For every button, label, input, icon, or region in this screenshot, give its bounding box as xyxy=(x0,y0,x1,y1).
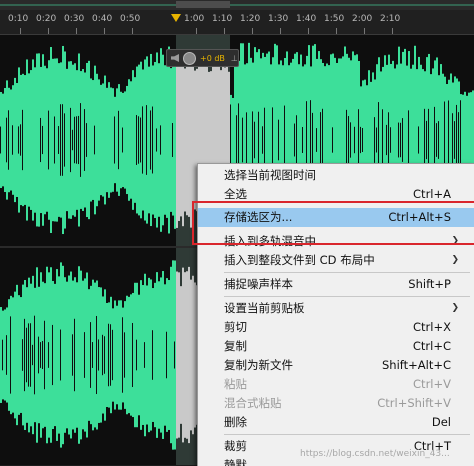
menu-item-label: 复制为新文件 xyxy=(224,358,293,372)
menu-item-label: 裁剪 xyxy=(224,439,247,453)
menu-item-delete[interactable]: 删除 Del xyxy=(198,413,474,432)
menu-item-shortcut: Ctrl+X xyxy=(413,320,451,334)
submenu-arrow-icon: ❯ xyxy=(451,255,459,265)
watermark-text: https://blog.csdn.net/weixin_43... xyxy=(300,449,450,459)
menu-item-copy[interactable]: 复制 Ctrl+C xyxy=(198,337,474,356)
submenu-arrow-icon: ❯ xyxy=(451,303,459,313)
gain-hud[interactable]: +0 dB ⊥ xyxy=(166,49,239,67)
menu-separator xyxy=(224,434,470,435)
ruler-tick-label: 0:20 xyxy=(36,14,57,24)
menu-item-shortcut: Shift+P xyxy=(408,277,451,291)
ruler-tick-label: 0:10 xyxy=(8,14,29,24)
ruler-tick-label: 1:10 xyxy=(212,14,233,24)
ruler-tick-label: 1:00 xyxy=(184,14,205,24)
menu-item-shortcut: Del xyxy=(431,415,451,429)
menu-item-select-current-view-time[interactable]: 选择当前视图时间 xyxy=(198,166,474,185)
menu-item-label: 删除 xyxy=(224,415,247,429)
menu-item-shortcut: Ctrl+Shift+V xyxy=(377,396,451,410)
ruler-tick-label: 1:20 xyxy=(240,14,261,24)
ruler-tick-label: 1:30 xyxy=(268,14,289,24)
menu-item-label: 插入到整段文件到 CD 布局中 xyxy=(224,253,375,267)
ruler-tick-label: 0:30 xyxy=(64,14,85,24)
ruler-tick-label: 2:10 xyxy=(380,14,401,24)
menu-item-label: 捕捉噪声样本 xyxy=(224,277,293,291)
menu-item-set-current-clipboard[interactable]: 设置当前剪贴板 ❯ xyxy=(198,299,474,318)
menu-item-paste: 粘贴 Ctrl+V xyxy=(198,375,474,394)
annotation-highlight-box xyxy=(192,201,474,245)
menu-item-cut[interactable]: 剪切 Ctrl+X xyxy=(198,318,474,337)
menu-item-copy-to-new[interactable]: 复制为新文件 Shift+Alt+C xyxy=(198,356,474,375)
overview-viewport[interactable] xyxy=(176,1,230,8)
menu-item-label: 粘贴 xyxy=(224,377,247,391)
menu-item-label: 设置当前剪贴板 xyxy=(224,301,305,315)
gain-knob[interactable] xyxy=(183,51,196,65)
menu-item-label: 剪切 xyxy=(224,320,247,334)
menu-item-shortcut: Ctrl+C xyxy=(412,339,451,353)
ruler-tick-label: 1:50 xyxy=(324,14,345,24)
time-ruler[interactable]: 0:10 0:20 0:30 0:40 0:50 1:00 1:10 1:20 … xyxy=(0,10,474,35)
menu-item-capture-noise-print[interactable]: 捕捉噪声样本 Shift+P xyxy=(198,275,474,294)
menu-item-mix-paste: 混合式粘贴 Ctrl+Shift+V xyxy=(198,394,474,413)
ruler-tick-label: 1:40 xyxy=(296,14,317,24)
ruler-tick-label: 0:40 xyxy=(92,14,113,24)
ruler-tick-label: 0:50 xyxy=(120,14,141,24)
playhead-marker[interactable] xyxy=(171,14,181,22)
overview-waveform xyxy=(0,4,474,6)
menu-item-label: 选择当前视图时间 xyxy=(224,168,316,182)
ruler-tick-label: 2:00 xyxy=(352,14,373,24)
pin-icon[interactable]: ⊥ xyxy=(231,54,238,63)
menu-item-shortcut: Shift+Alt+C xyxy=(381,358,451,372)
menu-item-insert-into-cd-layout[interactable]: 插入到整段文件到 CD 布局中 ❯ xyxy=(198,251,474,270)
volume-icon xyxy=(171,54,179,62)
gain-value: +0 dB xyxy=(200,53,225,63)
overview-bar[interactable] xyxy=(0,0,474,10)
menu-item-label: 混合式粘贴 xyxy=(224,396,282,410)
menu-item-shortcut: Ctrl+V xyxy=(413,377,451,391)
menu-separator xyxy=(224,296,470,297)
menu-separator xyxy=(224,272,470,273)
menu-item-label: 复制 xyxy=(224,339,247,353)
